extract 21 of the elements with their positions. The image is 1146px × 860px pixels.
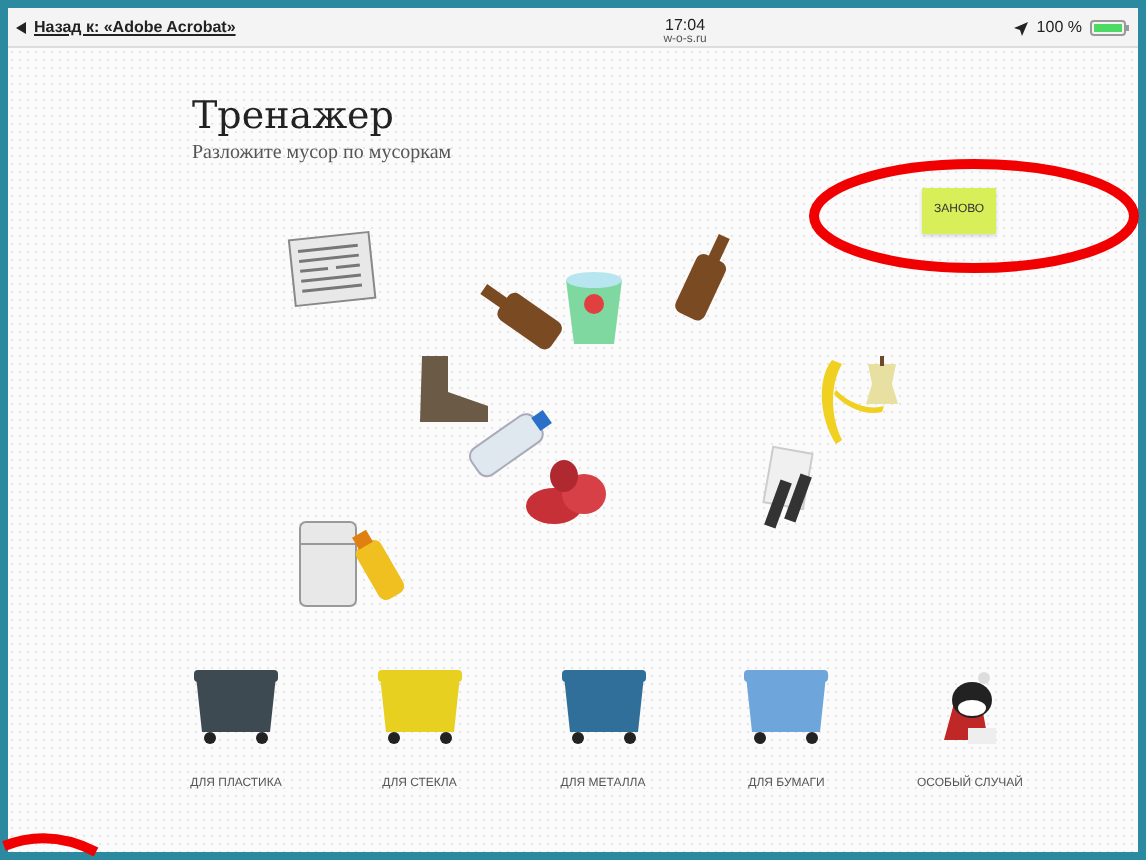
crushed-cans-drawing[interactable]: [526, 460, 606, 524]
dumpster-icon[interactable]: [192, 668, 280, 748]
back-icon: [16, 22, 26, 34]
battery-percent: 100 %: [1036, 16, 1082, 40]
apple-core-drawing[interactable]: [866, 356, 898, 404]
newspaper-drawing[interactable]: [287, 230, 377, 308]
dumpster-icon[interactable]: [742, 668, 831, 748]
boot-drawing[interactable]: [420, 356, 488, 422]
page-title: Тренажер: [192, 96, 396, 138]
dumpster-icon[interactable]: [375, 668, 464, 748]
back-link[interactable]: Назад к: «Adobe Acrobat»: [34, 16, 236, 40]
juice-bottle-drawing[interactable]: [352, 529, 408, 603]
battery-icon: [1089, 20, 1130, 36]
batteries-drawing[interactable]: [762, 445, 814, 529]
yogurt-cup-drawing[interactable]: [566, 272, 622, 344]
dumpster-icon[interactable]: [559, 668, 647, 748]
location-icon: [1014, 21, 1029, 35]
clock-time: 17:04: [665, 16, 706, 34]
page-subtitle: Разложите мусор по мусоркам: [192, 139, 454, 168]
glass-bottle-drawing[interactable]: [672, 233, 730, 323]
glass-bottle-drawing[interactable]: [480, 284, 566, 353]
